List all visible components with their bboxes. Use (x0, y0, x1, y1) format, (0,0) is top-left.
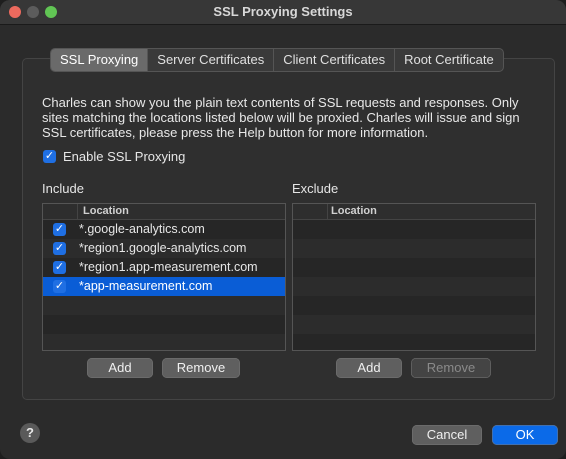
tab-root-certificate[interactable]: Root Certificate (395, 49, 503, 71)
include-add-button[interactable]: Add (87, 358, 153, 378)
row-checkbox[interactable]: ✓ (53, 223, 66, 236)
exclude-table-header: Location (293, 204, 535, 220)
include-table-header: Location (43, 204, 285, 220)
table-row[interactable]: ✓ *region1.app-measurement.com (43, 258, 285, 277)
exclude-table[interactable]: Location (292, 203, 536, 351)
include-table[interactable]: Location ✓ *.google-analytics.com ✓ *reg… (42, 203, 286, 351)
include-remove-button[interactable]: Remove (162, 358, 240, 378)
include-location-column-header[interactable]: Location (83, 204, 129, 219)
tab-ssl-proxying[interactable]: SSL Proxying (51, 49, 149, 71)
exclude-check-column-header[interactable] (293, 204, 328, 219)
table-row[interactable]: ✓ *.google-analytics.com (43, 220, 285, 239)
ok-button[interactable]: OK (492, 425, 558, 445)
location-cell: *app-measurement.com (79, 279, 213, 293)
enable-ssl-proxying-label: Enable SSL Proxying (63, 149, 186, 164)
row-checkbox[interactable]: ✓ (53, 242, 66, 255)
row-checkbox[interactable]: ✓ (53, 280, 66, 293)
table-row-selected[interactable]: ✓ *app-measurement.com (43, 277, 285, 296)
table-row[interactable]: ✓ *region1.google-analytics.com (43, 239, 285, 258)
exclude-label: Exclude (292, 181, 339, 196)
empty-row (43, 315, 285, 334)
empty-row (293, 334, 535, 350)
empty-row (293, 258, 535, 277)
enable-ssl-proxying-option[interactable]: ✓ Enable SSL Proxying (43, 149, 185, 164)
tab-bar: SSL Proxying Server Certificates Client … (50, 48, 504, 72)
window-title: SSL Proxying Settings (213, 4, 353, 19)
location-cell: *region1.google-analytics.com (79, 241, 247, 255)
empty-row (293, 296, 535, 315)
description-text: Charles can show you the plain text cont… (42, 95, 520, 140)
empty-row (293, 220, 535, 239)
ssl-proxying-settings-window: SSL Proxying Settings SSL Proxying Serve… (0, 0, 566, 459)
include-label: Include (42, 181, 84, 196)
empty-row (43, 296, 285, 315)
empty-row (293, 315, 535, 334)
exclude-remove-button[interactable]: Remove (411, 358, 491, 378)
include-check-column-header[interactable] (43, 204, 78, 219)
row-checkbox[interactable]: ✓ (53, 261, 66, 274)
exclude-add-button[interactable]: Add (336, 358, 402, 378)
enable-ssl-proxying-checkbox[interactable]: ✓ (43, 150, 56, 163)
tab-server-certificates[interactable]: Server Certificates (148, 49, 275, 71)
empty-row (43, 334, 285, 350)
empty-row (293, 239, 535, 258)
empty-row (293, 277, 535, 296)
location-cell: *.google-analytics.com (79, 222, 205, 236)
help-button[interactable]: ? (20, 423, 40, 443)
exclude-location-column-header[interactable]: Location (331, 204, 377, 219)
cancel-button[interactable]: Cancel (412, 425, 482, 445)
titlebar: SSL Proxying Settings (0, 0, 566, 25)
tab-client-certificates[interactable]: Client Certificates (274, 49, 396, 71)
location-cell: *region1.app-measurement.com (79, 260, 258, 274)
